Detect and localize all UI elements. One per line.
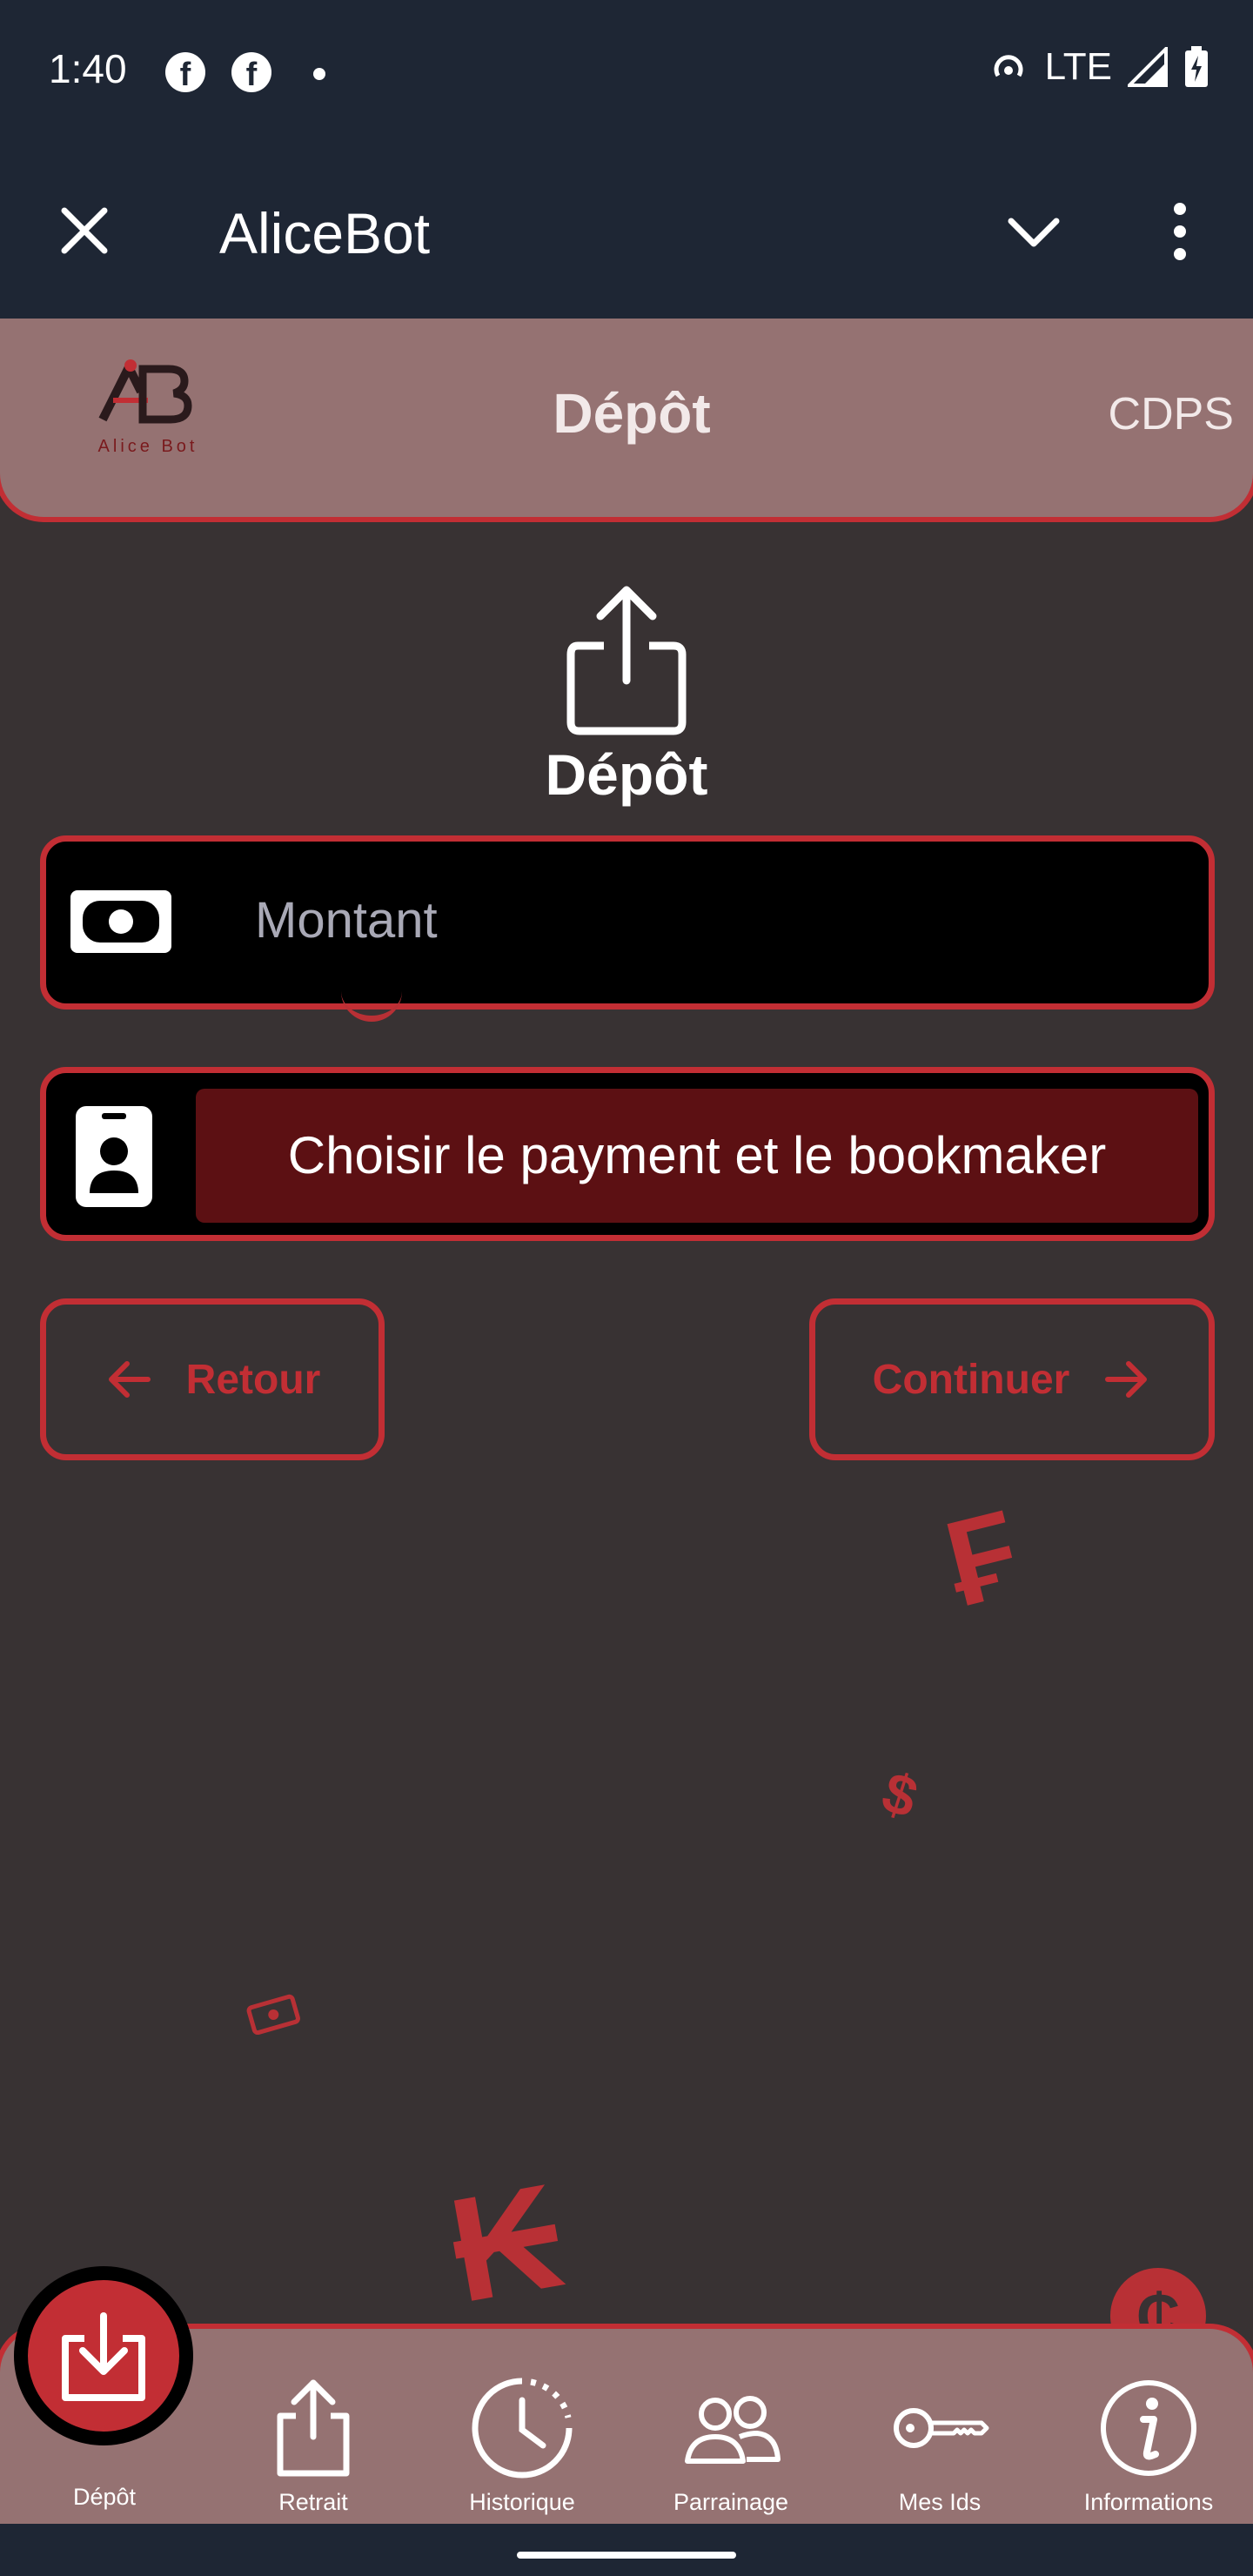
status-bar: 1:40 f f LTE xyxy=(0,0,1253,148)
nav-label-informations: Informations xyxy=(1083,2489,1214,2515)
nav-item-retrait[interactable]: Retrait xyxy=(209,2376,418,2516)
facebook-icon: f xyxy=(231,52,271,93)
payment-bookmaker-select[interactable]: Choisir le payment et le bookmaker xyxy=(196,1089,1198,1223)
more-options-icon[interactable] xyxy=(1149,200,1211,263)
nav-label-parrainage: Parrainage xyxy=(673,2489,789,2515)
decor-cash-icon xyxy=(246,1994,300,2035)
status-indicators: LTE xyxy=(988,45,1209,89)
app-title: AliceBot xyxy=(219,201,431,265)
arrow-right-icon xyxy=(1105,1361,1148,1398)
decor-kip-symbol: ₭ xyxy=(439,2152,573,2335)
upload-icon xyxy=(277,2379,350,2477)
form-title: Dépôt xyxy=(545,742,708,807)
id-badge-icon xyxy=(76,1106,152,1207)
network-type: LTE xyxy=(1044,45,1112,88)
continue-button[interactable]: Continuer xyxy=(809,1298,1215,1460)
hotspot-icon xyxy=(994,55,1022,77)
nav-label-mes-ids: Mes Ids xyxy=(898,2489,982,2515)
back-button-label: Retour xyxy=(185,1356,321,1403)
nav-item-mes-ids[interactable]: Mes Ids xyxy=(835,2376,1044,2516)
payment-field: Choisir le payment et le bookmaker xyxy=(40,1067,1215,1241)
header-right-label[interactable]: CDPS xyxy=(1109,388,1234,440)
page-title: Dépôt xyxy=(553,382,711,445)
nav-label-depot: Dépôt xyxy=(72,2484,137,2510)
battery-icon xyxy=(1185,46,1208,87)
clock-icon xyxy=(472,2378,573,2479)
nav-label-historique: Historique xyxy=(469,2489,575,2515)
nav-item-informations[interactable]: Informations xyxy=(1044,2376,1253,2516)
app-bar: AliceBot xyxy=(0,148,1253,319)
arrow-left-icon xyxy=(108,1361,151,1398)
download-icon xyxy=(62,2312,145,2401)
nav-item-depot[interactable] xyxy=(14,2266,193,2445)
decor-dollar-symbol: $ xyxy=(874,1759,926,1830)
cash-icon xyxy=(70,890,171,953)
nav-item-parrainage[interactable]: Parrainage xyxy=(626,2376,835,2516)
chevron-down-icon[interactable] xyxy=(1002,200,1065,263)
status-time: 1:40 xyxy=(49,46,127,91)
nav-item-historique[interactable]: Historique xyxy=(418,2376,626,2516)
nav-label-retrait: Retrait xyxy=(278,2489,348,2515)
back-button[interactable]: Retour xyxy=(40,1298,385,1460)
close-icon[interactable] xyxy=(54,200,115,261)
info-icon xyxy=(1101,2380,1196,2476)
home-gesture-handle[interactable] xyxy=(517,2552,736,2559)
amount-field xyxy=(40,835,1215,1010)
upload-icon xyxy=(566,586,687,735)
decor-circle xyxy=(341,983,402,1022)
facebook-icon: f xyxy=(165,52,205,93)
system-navigation-bar xyxy=(0,2524,1253,2576)
signal-icon xyxy=(1128,47,1168,87)
people-icon xyxy=(685,2396,781,2464)
amount-input[interactable] xyxy=(255,876,1177,963)
key-icon xyxy=(894,2408,989,2448)
notification-dot-icon xyxy=(313,68,325,80)
continue-button-label: Continuer xyxy=(872,1356,1070,1403)
decor-franc-symbol: ₣ xyxy=(933,1483,1032,1633)
page-header: Alice Bot Dépôt CDPS xyxy=(0,319,1253,522)
